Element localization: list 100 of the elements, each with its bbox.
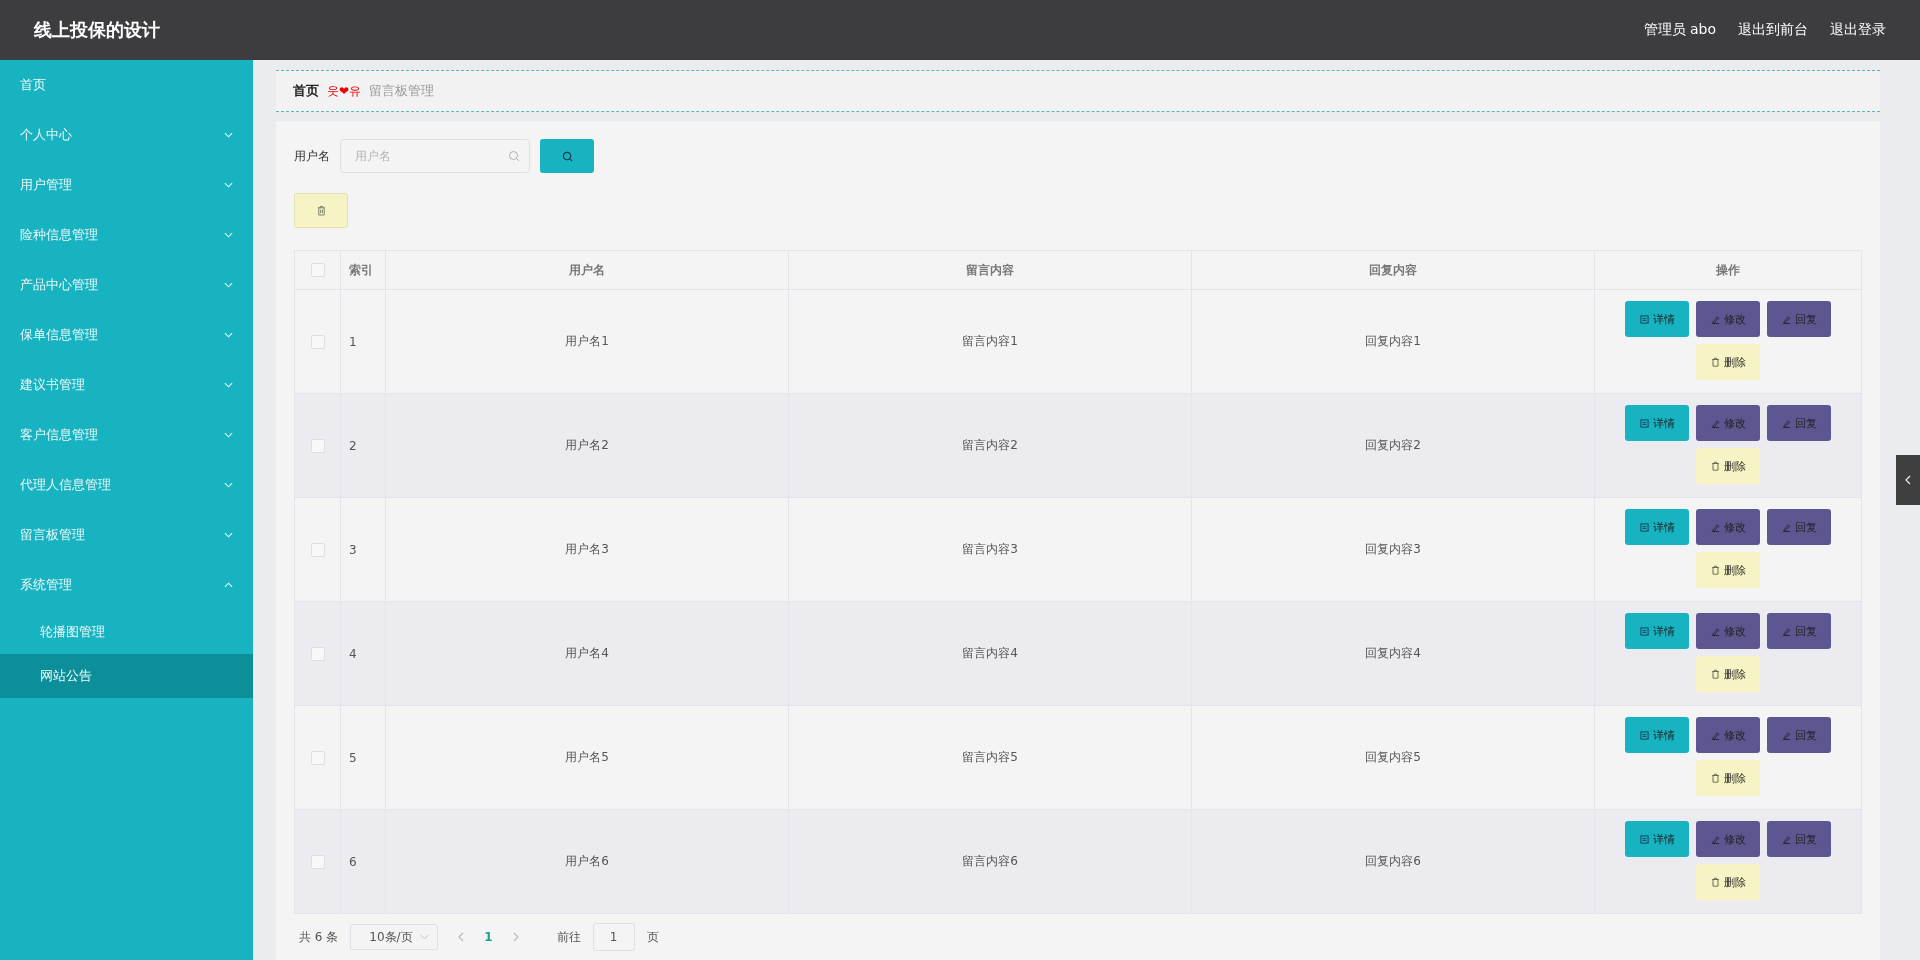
next-page-icon[interactable] — [512, 932, 519, 942]
page-size-select[interactable]: 10条/页 — [350, 924, 439, 950]
column-header: 索引 — [340, 250, 386, 290]
menu-item[interactable]: 建议书管理 — [0, 360, 253, 410]
edit-button[interactable]: 修改 — [1696, 717, 1760, 753]
row-checkbox[interactable] — [310, 646, 325, 661]
table-cell: 回复内容4 — [1365, 646, 1421, 660]
header-checkbox[interactable] — [294, 250, 341, 290]
menu-item[interactable]: 首页 — [0, 60, 253, 110]
document-icon — [1639, 418, 1649, 428]
table-cell: 留言内容5 — [962, 750, 1018, 764]
delete-button[interactable]: 删除 — [1696, 760, 1760, 796]
menu-item[interactable]: 产品中心管理 — [0, 260, 253, 310]
user-label: 管理员 abo — [1643, 21, 1716, 39]
table-cell: 留言内容4 — [962, 646, 1018, 660]
table-cell: 留言内容2 — [962, 438, 1018, 452]
row-checkbox[interactable] — [310, 750, 325, 765]
search-label: 用户名 — [294, 147, 330, 165]
table-cell: 5 — [349, 750, 357, 765]
detail-button[interactable]: 详情 — [1625, 821, 1689, 857]
delete-button[interactable]: 删除 — [1696, 448, 1760, 484]
submenu-item[interactable]: 网站公告 — [0, 654, 253, 698]
page-input[interactable]: 1 — [592, 923, 635, 951]
search-field[interactable]: 用户名 — [340, 139, 530, 173]
edit-button[interactable]: 修改 — [1696, 613, 1760, 649]
reply-button[interactable]: 回复 — [1767, 405, 1831, 441]
detail-button[interactable]: 详情 — [1625, 301, 1689, 337]
column-header: 留言内容 — [788, 250, 1192, 290]
page-number[interactable]: 1 — [484, 930, 493, 944]
table-cell: 回复内容2 — [1365, 438, 1421, 452]
page-suffix: 页 — [646, 928, 659, 946]
menu-item[interactable]: 个人中心 — [0, 110, 253, 160]
table-cell: 用户名4 — [565, 646, 609, 660]
trash-icon — [1710, 877, 1720, 887]
edit-button[interactable]: 修改 — [1696, 405, 1760, 441]
pencil-icon — [1781, 314, 1791, 324]
delete-button[interactable]: 删除 — [1696, 656, 1760, 692]
total-count: 共 6 条 — [299, 928, 339, 946]
table-cell: 用户名5 — [565, 750, 609, 764]
row-checkbox[interactable] — [310, 438, 325, 453]
menu-item[interactable]: 代理人信息管理 — [0, 460, 253, 510]
goto-label: 前往 — [556, 928, 581, 946]
trash-icon — [1710, 669, 1720, 679]
reply-button[interactable]: 回复 — [1767, 717, 1831, 753]
pencil-icon — [1710, 314, 1720, 324]
search-button[interactable] — [540, 139, 594, 173]
collapse-handle[interactable] — [1896, 455, 1920, 505]
table-cell: 留言内容1 — [962, 334, 1018, 348]
reply-button[interactable]: 回复 — [1767, 301, 1831, 337]
row-checkbox[interactable] — [310, 854, 325, 869]
detail-button[interactable]: 详情 — [1625, 509, 1689, 545]
delete-button[interactable] — [294, 193, 348, 228]
breadcrumb-link[interactable]: 首页 — [293, 82, 319, 100]
menu-item[interactable]: 用户管理 — [0, 160, 253, 210]
document-icon — [1639, 522, 1649, 532]
pencil-icon — [1781, 418, 1791, 428]
row-checkbox[interactable] — [310, 542, 325, 557]
pencil-icon — [1781, 834, 1791, 844]
header-link[interactable]: 退出登录 — [1830, 21, 1886, 39]
document-icon — [1639, 730, 1649, 740]
submenu-item[interactable]: 轮播图管理 — [0, 610, 253, 654]
row-checkbox[interactable] — [310, 334, 325, 349]
chevron-left-icon — [1905, 475, 1911, 485]
delete-button[interactable]: 删除 — [1696, 864, 1760, 900]
pencil-icon — [1710, 730, 1720, 740]
reply-button[interactable]: 回复 — [1767, 821, 1831, 857]
reply-button[interactable]: 回复 — [1767, 613, 1831, 649]
edit-button[interactable]: 修改 — [1696, 509, 1760, 545]
table-cell: 回复内容6 — [1365, 854, 1421, 868]
table-cell: 用户名6 — [565, 854, 609, 868]
pencil-icon — [1710, 418, 1720, 428]
reply-button[interactable]: 回复 — [1767, 509, 1831, 545]
table-cell: 4 — [349, 646, 357, 661]
detail-button[interactable]: 详情 — [1625, 717, 1689, 753]
edit-button[interactable]: 修改 — [1696, 821, 1760, 857]
table-cell: 留言内容6 — [962, 854, 1018, 868]
document-icon — [1639, 314, 1649, 324]
menu-item[interactable]: 险种信息管理 — [0, 210, 253, 260]
breadcrumb-separator: 웃❤유 — [327, 82, 362, 100]
trash-icon — [1710, 357, 1720, 367]
delete-button[interactable]: 删除 — [1696, 344, 1760, 380]
delete-button[interactable]: 删除 — [1696, 552, 1760, 588]
menu-item[interactable]: 留言板管理 — [0, 510, 253, 560]
edit-button[interactable]: 修改 — [1696, 301, 1760, 337]
menu-item[interactable]: 系统管理 — [0, 560, 253, 610]
table-cell: 2 — [349, 438, 357, 453]
search-icon — [561, 150, 573, 162]
menu-item[interactable]: 客户信息管理 — [0, 410, 253, 460]
pencil-icon — [1781, 626, 1791, 636]
header-link[interactable]: 退出到前台 — [1738, 21, 1808, 39]
pencil-icon — [1781, 730, 1791, 740]
menu-item[interactable]: 保单信息管理 — [0, 310, 253, 360]
prev-page-icon[interactable] — [458, 932, 465, 942]
search-icon — [508, 150, 520, 162]
detail-button[interactable]: 详情 — [1625, 613, 1689, 649]
column-header: 回复内容 — [1191, 250, 1595, 290]
trash-icon — [1710, 461, 1720, 471]
trash-icon — [1710, 565, 1720, 575]
document-icon — [1639, 626, 1649, 636]
detail-button[interactable]: 详情 — [1625, 405, 1689, 441]
